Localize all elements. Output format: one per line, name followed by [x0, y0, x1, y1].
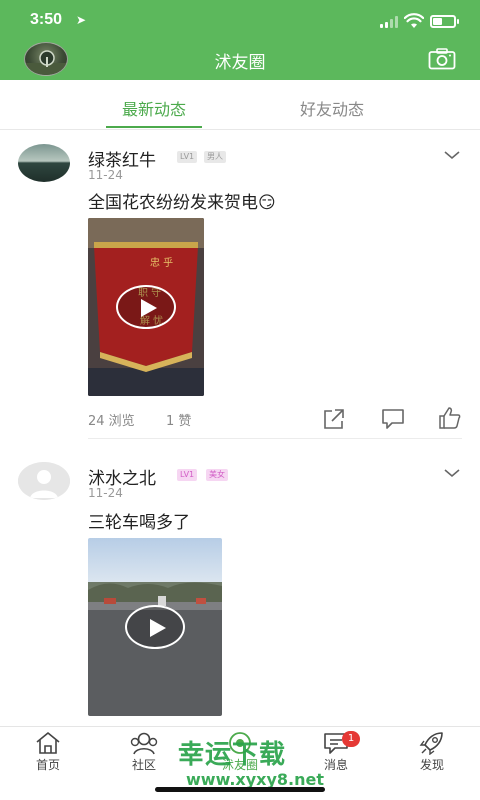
view-count: 24 浏览	[88, 414, 135, 429]
location-arrow-icon: ➤	[76, 13, 87, 27]
post-date: 11-24	[88, 168, 123, 182]
post-author-avatar[interactable]	[18, 144, 70, 182]
home-indicator	[155, 787, 325, 792]
app-bar: 沭友圈	[0, 40, 480, 80]
nav-label: 发现	[419, 758, 444, 772]
post-text: 三轮车喝多了	[88, 513, 190, 533]
level-badge: LV1	[177, 469, 198, 481]
status-bar: 3:50 ➤	[0, 0, 480, 42]
like-thumb-icon[interactable]	[438, 406, 462, 430]
play-button[interactable]	[125, 605, 185, 649]
community-icon	[130, 732, 158, 755]
post-text: 全国花农纷纷发来贺电😏	[88, 193, 276, 213]
feed-tabs: 最新动态 好友动态	[0, 80, 480, 130]
post-video-thumbnail[interactable]: 忠 乎 职 守 解 忧	[88, 218, 204, 396]
nav-label: 首页	[35, 758, 60, 772]
tab-friends[interactable]: 好友动态	[284, 96, 380, 120]
chevron-down-icon[interactable]	[444, 150, 460, 160]
nav-discover[interactable]: 发现	[402, 731, 462, 773]
unread-badge: 1	[342, 731, 360, 747]
screen: 3:50 ➤ 沭友圈 最新动态 好友动态 绿茶红牛 LV1 男人 11-24 全…	[0, 0, 480, 800]
nav-community[interactable]: 社区	[114, 731, 174, 773]
nav-messages[interactable]: 消息 1	[306, 731, 366, 773]
gender-badge: 美女	[206, 469, 228, 481]
watermark-title: 幸运下载	[178, 740, 287, 770]
tab-latest[interactable]: 最新动态	[106, 96, 202, 120]
play-button[interactable]	[116, 285, 176, 329]
battery-icon	[430, 15, 459, 28]
home-icon	[36, 732, 60, 754]
feed-post: 沭水之北 LV1 美女 11-24 三轮车喝多了	[0, 450, 480, 726]
cellular-signal-icon	[380, 16, 400, 28]
rocket-icon	[419, 732, 443, 755]
feed-post: 绿茶红牛 LV1 男人 11-24 全国花农纷纷发来贺电😏 忠 乎 职 守 解 …	[0, 130, 480, 440]
wifi-icon	[404, 13, 424, 28]
camera-icon[interactable]	[428, 48, 456, 70]
comment-icon[interactable]	[380, 408, 406, 430]
like-count: 1 赞	[166, 414, 192, 429]
share-icon[interactable]	[322, 408, 346, 430]
page-title: 沭友圈	[214, 53, 266, 73]
top-bar: 3:50 ➤ 沭友圈	[0, 0, 480, 80]
post-divider	[88, 438, 462, 439]
post-author-avatar[interactable]	[18, 462, 70, 500]
gender-badge: 男人	[204, 151, 226, 163]
status-time: 3:50	[30, 11, 63, 28]
svg-text:忠 乎: 忠 乎	[150, 257, 173, 269]
level-badge: LV1	[177, 151, 198, 163]
chevron-down-icon[interactable]	[444, 468, 460, 478]
post-date: 11-24	[88, 486, 123, 500]
default-avatar-icon	[18, 462, 70, 500]
nav-label: 社区	[131, 758, 156, 772]
nav-home[interactable]: 首页	[18, 731, 78, 773]
post-video-thumbnail[interactable]	[88, 538, 222, 716]
battery-fill	[433, 18, 442, 25]
active-tab-indicator	[106, 126, 202, 128]
